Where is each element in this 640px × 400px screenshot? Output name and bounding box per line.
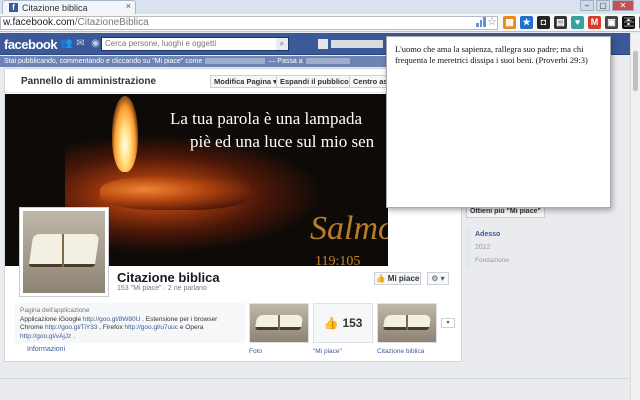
info-link[interactable]: Informazioni [27, 346, 65, 353]
description-text: Applicazione iGoogle [20, 315, 83, 323]
description-text: . [71, 332, 75, 340]
facebook-favicon-icon: f [9, 3, 18, 12]
opera-link[interactable]: http://goo.gl/vAjJz [20, 333, 71, 340]
address-bar[interactable]: w.facebook.com/CitazioneBiblica [0, 16, 498, 30]
browser-toolbar: w.facebook.com/CitazioneBiblica ☆ ▦ ★ ◘ ▤ ♥ M… [0, 14, 640, 32]
help-center-button[interactable]: Centro assis [349, 75, 389, 88]
app-photos-label[interactable]: Foto [249, 348, 262, 355]
chrome-link[interactable]: http://goo.gl/TiY33 [45, 324, 98, 331]
oil-lamp [100, 176, 250, 210]
facebook-logo[interactable]: facebook [4, 37, 58, 52]
expand-audience-button[interactable]: Espandi il pubblico ▾ [276, 75, 359, 88]
url-path: /CitazioneBiblica [74, 17, 149, 28]
app-citazione-tile[interactable] [377, 303, 437, 343]
browser-tab[interactable]: f Citazione biblica × [2, 0, 136, 14]
about-box: Pagina dell'applicazione Applicazione iG… [15, 303, 245, 343]
cover-salmo-text: Salmo [310, 210, 388, 247]
acting-as-page-notice: Stai pubblicando, commentando e cliccand… [0, 56, 386, 67]
facebook-jewels: 👥 ✉ ◉ [60, 38, 101, 49]
page-category: Pagina dell'applicazione [20, 307, 90, 314]
gift-icon[interactable]: ▣ [605, 16, 618, 29]
tab-title: Citazione biblica [22, 2, 88, 13]
app-photos-tile[interactable] [249, 303, 309, 343]
tab-close-icon[interactable]: × [126, 1, 131, 11]
window-controls: – ▢ ✕ [580, 0, 634, 11]
lamp-flame [112, 96, 138, 172]
app-likes-label[interactable]: "Mi piace" [313, 348, 342, 355]
thumbs-up-icon: 👍 [323, 316, 339, 330]
search-input[interactable]: Cerca persone, luoghi e oggetti ⌕ [101, 37, 289, 51]
redacted-page-name [205, 58, 266, 65]
friend-requests-icon[interactable]: 👥 [60, 38, 72, 49]
right-column: Ottieni più "Mi piace" Adesso 2012 Fonda… [466, 200, 626, 320]
notice-text: Stai pubblicando, commentando e cliccand… [4, 58, 203, 65]
app-citazione-label[interactable]: Citazione biblica [377, 348, 424, 355]
user-name-redacted [331, 40, 383, 48]
edit-page-button[interactable]: Modifica Pagina ▾ [210, 75, 281, 88]
app-likes-tile[interactable]: 👍 153 [313, 303, 373, 343]
search-icon[interactable]: ⌕ [276, 38, 288, 50]
url-host: w.facebook.com [3, 17, 75, 28]
heart-icon[interactable]: ♥ [571, 16, 584, 29]
bible-quote-popup: L'uomo che ama la sapienza, rallegra suo… [386, 36, 611, 208]
dictionary-icon[interactable]: ▤ [554, 16, 567, 29]
notifications-icon[interactable]: ◉ [90, 38, 101, 49]
likes-count: 153 [342, 316, 363, 330]
photo-thumbnail [250, 304, 308, 342]
bookmark-star-icon[interactable]: ☆ [487, 15, 497, 28]
firefox-link[interactable]: http://goo.gl/u7uuc [125, 324, 179, 331]
page-title[interactable]: Citazione biblica [117, 270, 220, 285]
notice-switch-link[interactable]: — Passa a [268, 58, 302, 65]
bookmark-star-icon[interactable]: ★ [520, 16, 533, 29]
timeline-bar [466, 228, 470, 268]
bible-quote-text: L'uomo che ama la sapienza, rallegra suo… [395, 44, 588, 65]
timeline-now-link[interactable]: Adesso [475, 231, 500, 238]
description-text: , Firefox [97, 324, 125, 331]
camera-icon[interactable]: ◘ [537, 16, 550, 29]
page-action-bars-icon[interactable] [476, 17, 487, 27]
user-profile-link[interactable] [318, 39, 383, 49]
redacted-user-name [305, 58, 350, 65]
browser-tab-bar: f Citazione biblica × – ▢ ✕ [0, 0, 640, 14]
divider [0, 378, 630, 379]
page-description: Applicazione iGoogle http://goo.gl/8W80U… [20, 316, 240, 342]
page-scrollbar[interactable] [630, 33, 640, 400]
browser-menu-icon[interactable] [624, 17, 634, 27]
rss-icon[interactable]: ▦ [503, 16, 516, 29]
like-page-button[interactable]: 👍 Mi piace [374, 272, 421, 285]
search-placeholder: Cerca persone, luoghi e oggetti [105, 39, 217, 48]
igoogle-link[interactable]: http://goo.gl/8W80U [83, 316, 140, 323]
timeline-founded-link[interactable]: Fondazione [475, 257, 509, 264]
close-window-button[interactable]: ✕ [612, 0, 634, 11]
open-bible-image [23, 211, 105, 293]
minimize-button[interactable]: – [580, 0, 594, 11]
admin-panel-title: Pannello di amministrazione [21, 76, 157, 87]
avatar [318, 39, 328, 49]
page-stats: 153 "Mi piace" · 2 ne parlano [117, 285, 207, 292]
cover-text-line1: La tua parola è una lampada [170, 109, 363, 128]
cover-text-line2: piè ed una luce sul mio sen [190, 132, 375, 151]
app-thumbnail [378, 304, 436, 342]
extension-icons: ▦★◘▤♥M▣✚▨♻ [503, 16, 640, 29]
cover-verse-text: 119:105 [315, 254, 361, 266]
gmail-icon[interactable]: M [588, 16, 601, 29]
messages-icon[interactable]: ✉ [75, 38, 86, 49]
description-text: e Opera [178, 324, 204, 331]
page-settings-gear-button[interactable]: ⚙ ▾ [427, 272, 449, 285]
maximize-button[interactable]: ▢ [596, 0, 610, 11]
timeline-year-link[interactable]: 2012 [475, 244, 491, 251]
scrollbar-thumb[interactable] [633, 51, 638, 91]
apps-more-button[interactable]: ▾ [441, 318, 455, 328]
profile-picture[interactable] [19, 207, 109, 297]
